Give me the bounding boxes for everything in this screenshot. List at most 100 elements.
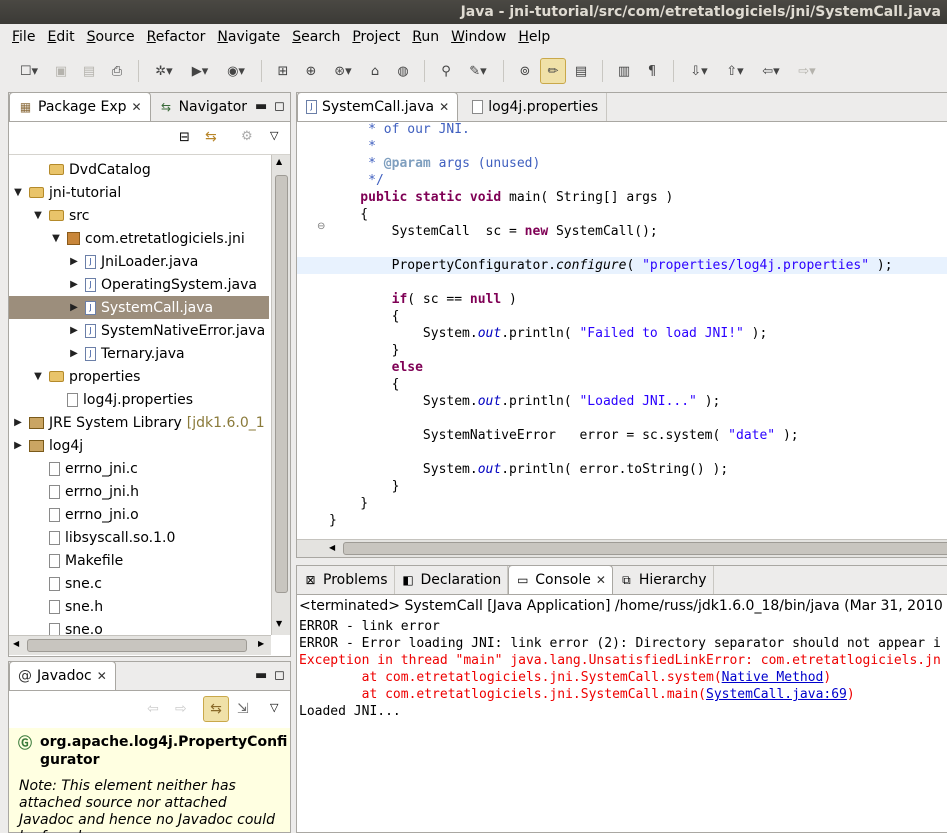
run-icon[interactable]: ▶▾ (183, 58, 217, 84)
tab-console[interactable]: ▭ Console ✕ (508, 565, 613, 594)
forward-icon[interactable]: ⇨ (175, 701, 187, 717)
scroll-left-icon[interactable]: ◀ (13, 639, 19, 648)
close-icon[interactable]: ✕ (97, 669, 107, 683)
open-task-icon[interactable]: ◍ (390, 58, 416, 84)
tree-item[interactable]: errno_jni.o (9, 503, 269, 526)
scroll-right-icon[interactable]: ▶ (258, 639, 264, 648)
save-all-icon[interactable]: ▤ (76, 58, 102, 84)
menu-file[interactable]: File (6, 24, 41, 50)
menu-window[interactable]: Window (445, 24, 512, 50)
tree-item[interactable]: sne.h (9, 595, 269, 618)
link-with-selection-icon[interactable]: ⇆ (203, 696, 229, 722)
tab-problems[interactable]: ⊠ Problems (297, 566, 395, 594)
tab-hierarchy[interactable]: ⧉ Hierarchy (613, 566, 714, 594)
scrollbar-thumb[interactable] (275, 175, 288, 593)
code-area[interactable]: * of our JNI. * * @param args (unused) *… (297, 123, 947, 539)
tree-item[interactable]: ▼ properties (9, 365, 269, 388)
tree-scrollbar[interactable]: ▲ ▼ (271, 155, 290, 635)
scroll-up-icon[interactable]: ▲ (276, 157, 282, 166)
menu-refactor[interactable]: Refactor (141, 24, 212, 50)
menu-project[interactable]: Project (346, 24, 406, 50)
menu-edit[interactable]: Edit (41, 24, 80, 50)
collapse-all-icon[interactable]: ⊟ (179, 130, 190, 145)
tree-item[interactable]: Makefile (9, 549, 269, 572)
close-icon[interactable]: ✕ (596, 573, 606, 587)
collapsed-icon[interactable]: ▶ (68, 256, 80, 267)
new-icon[interactable]: ☐▾ (12, 58, 46, 84)
view-menu-icon[interactable]: ▽ (270, 701, 278, 714)
tab-declaration[interactable]: ◧ Declaration (395, 566, 509, 594)
tree-item[interactable]: ▼ src (9, 204, 269, 227)
last-edit-icon[interactable]: ⇧▾ (718, 58, 752, 84)
tab-navigator[interactable]: ⇆ Navigator (151, 93, 256, 121)
tree-item[interactable]: sne.c (9, 572, 269, 595)
hscrollbar-thumb[interactable] (343, 542, 947, 555)
menu-search[interactable]: Search (286, 24, 346, 50)
menu-run[interactable]: Run (406, 24, 445, 50)
collapsed-icon[interactable]: ▶ (12, 440, 24, 451)
new-java-project-icon[interactable]: ⊞ (270, 58, 296, 84)
minimize-icon[interactable]: ▬ (255, 99, 267, 114)
toggle-breakpoint-icon[interactable]: ✎▾ (461, 58, 495, 84)
forward-icon[interactable]: ⇨▾ (790, 58, 824, 84)
tree-item[interactable]: errno_jni.h (9, 480, 269, 503)
tree-item[interactable]: ▶ J SystemCall.java (9, 296, 269, 319)
expanded-icon[interactable]: ▼ (32, 371, 44, 382)
tree-item[interactable]: ▶ log4j (9, 434, 269, 457)
expanded-icon[interactable]: ▼ (12, 187, 24, 198)
back-icon[interactable]: ⇦ (147, 701, 159, 717)
stack-trace-link[interactable]: Native Method (722, 670, 824, 685)
menu-help[interactable]: Help (512, 24, 556, 50)
open-type-icon[interactable]: ⌂ (362, 58, 388, 84)
close-icon[interactable]: ✕ (439, 100, 449, 114)
console-output[interactable]: <terminated> SystemCall [Java Applicatio… (297, 596, 947, 832)
collapsed-icon[interactable]: ▶ (12, 417, 24, 428)
menu-source[interactable]: Source (81, 24, 141, 50)
tree-item[interactable]: ▶ J SystemNativeError.java (9, 319, 269, 342)
minimize-icon[interactable]: ▬ (255, 668, 267, 683)
expanded-icon[interactable]: ▼ (50, 233, 62, 244)
filter-icon[interactable]: ⚙ (241, 129, 253, 144)
mark-occurrences-icon[interactable]: ⊚ (512, 58, 538, 84)
tree-item[interactable]: libsyscall.so.1.0 (9, 526, 269, 549)
search-icon[interactable]: ⚲ (433, 58, 459, 84)
scroll-down-icon[interactable]: ▼ (276, 619, 282, 628)
tree-item[interactable]: ▶ J OperatingSystem.java (9, 273, 269, 296)
collapsed-icon[interactable]: ▶ (68, 325, 80, 336)
tab-package-explorer[interactable]: ▦ Package Exp ✕ (9, 92, 151, 121)
tab-log4j-properties[interactable]: log4j.properties (458, 93, 608, 121)
tree-item[interactable]: log4j.properties (9, 388, 269, 411)
tree-item[interactable]: errno_jni.c (9, 457, 269, 480)
scroll-left-icon[interactable]: ◀ (329, 543, 335, 552)
collapsed-icon[interactable]: ▶ (68, 302, 80, 313)
tab-javadoc[interactable]: @ Javadoc ✕ (9, 661, 116, 690)
editor-hscrollbar[interactable]: ◀ (297, 539, 947, 557)
tab-systemcall-java[interactable]: J SystemCall.java ✕ (297, 92, 459, 121)
link-with-editor-icon[interactable]: ⇆ (205, 129, 217, 145)
tree-item[interactable]: ▶ J Ternary.java (9, 342, 269, 365)
previous-annotation-icon[interactable]: ⇩▾ (682, 58, 716, 84)
tree-item[interactable]: ▼ jni-tutorial (9, 181, 269, 204)
maximize-icon[interactable]: ◻ (274, 99, 285, 114)
view-menu-icon[interactable]: ▽ (270, 129, 278, 142)
tree-item[interactable]: ▼ com.etretatlogiciels.jni (9, 227, 269, 250)
word-wrap-icon[interactable]: ▥ (611, 58, 637, 84)
collapsed-icon[interactable]: ▶ (68, 279, 80, 290)
tree-item[interactable]: sne.o (9, 618, 269, 635)
next-annotation-icon[interactable]: ¶ (639, 58, 665, 84)
save-icon[interactable]: ▣ (48, 58, 74, 84)
new-class-icon[interactable]: ⊛▾ (326, 58, 360, 84)
maximize-icon[interactable]: ◻ (274, 668, 285, 683)
expanded-icon[interactable]: ▼ (32, 210, 44, 221)
debug-icon[interactable]: ✲▾ (147, 58, 181, 84)
menu-navigate[interactable]: Navigate (211, 24, 286, 50)
tree-item[interactable]: DvdCatalog (9, 158, 269, 181)
close-icon[interactable]: ✕ (132, 100, 142, 114)
external-tools-icon[interactable]: ◉▾ (219, 58, 253, 84)
open-declaration-icon[interactable]: ⇲ (237, 701, 249, 717)
tree-item[interactable]: ▶ J JniLoader.java (9, 250, 269, 273)
tree-item[interactable]: ▶ JRE System Library [jdk1.6.0_1 (9, 411, 269, 434)
collapsed-icon[interactable]: ▶ (68, 348, 80, 359)
print-icon[interactable]: ⎙ (104, 58, 130, 84)
back-icon[interactable]: ⇦▾ (754, 58, 788, 84)
